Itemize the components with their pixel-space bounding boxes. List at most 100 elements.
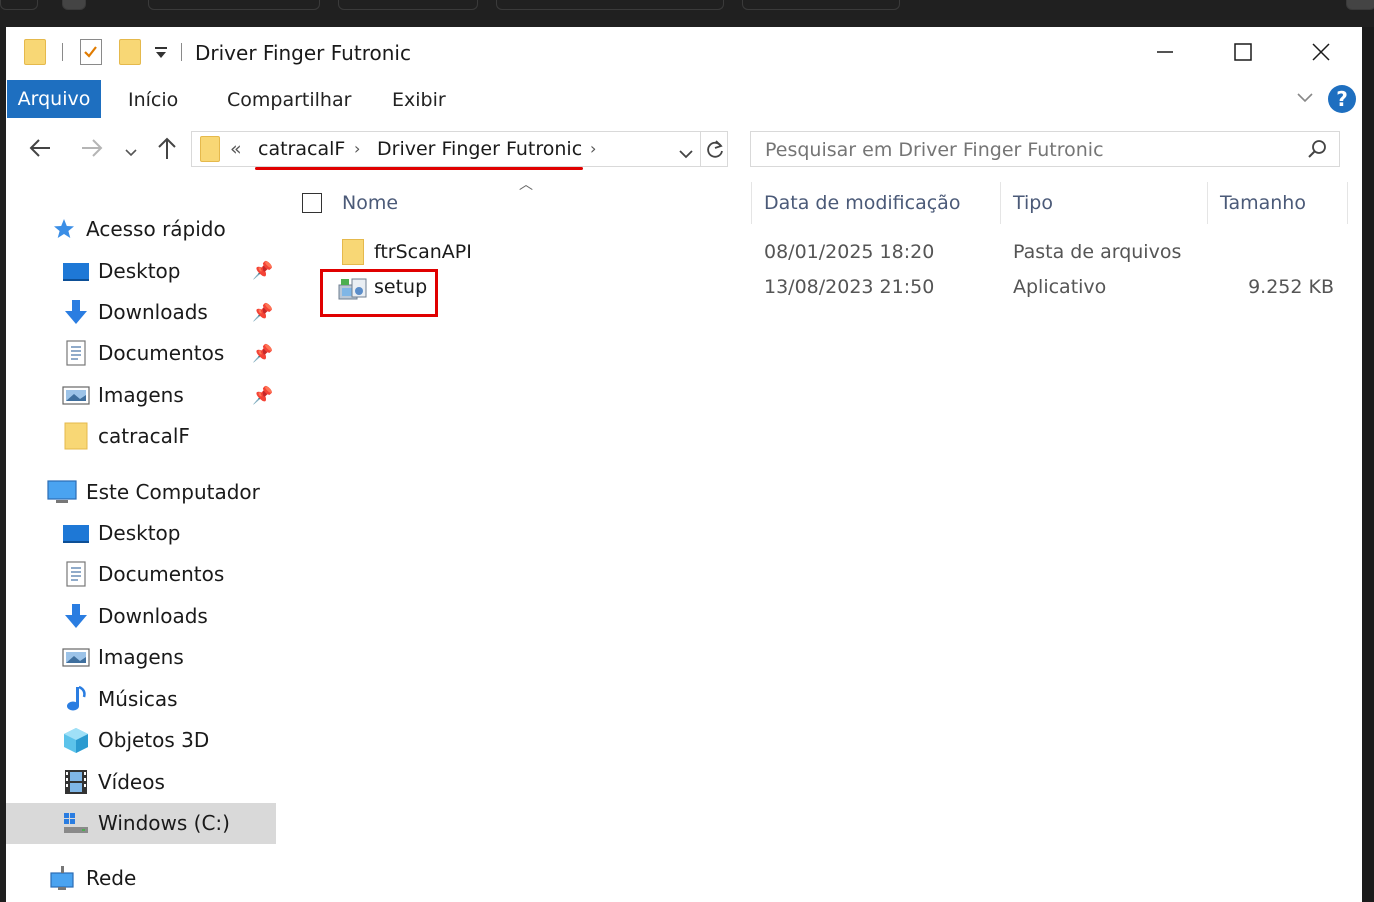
nav-this-pc[interactable]: Este Computador [46,473,260,511]
nav-item-desktop[interactable]: Desktop [62,252,180,290]
nav-label: Rede [86,866,137,890]
nav-item-documentos[interactable]: Documentos [62,334,224,372]
properties-icon[interactable] [80,39,102,65]
background-edge [1362,27,1374,902]
nav-item-downloads[interactable]: Downloads [62,597,208,635]
nav-item-windows-c[interactable]: Windows (C:) [62,804,230,842]
minimize-icon [1157,51,1173,53]
nav-network[interactable]: Rede [46,859,136,897]
nav-label: Windows (C:) [98,811,230,835]
image-icon [62,381,90,409]
column-header-type[interactable]: Tipo [1013,192,1053,214]
up-button[interactable] [156,135,178,165]
nav-item-documentos[interactable]: Documentos [62,555,224,593]
nav-item-downloads[interactable]: Downloads [62,293,208,331]
help-button[interactable]: ? [1328,85,1356,113]
column-header-date[interactable]: Data de modificação [764,192,960,214]
star-icon [50,215,78,243]
select-all-checkbox[interactable] [302,193,322,213]
customize-toolbar-icon[interactable] [154,45,168,65]
tab-inicio[interactable]: Início [128,89,178,111]
refresh-icon [707,140,723,158]
file-explorer-window: Driver Finger Futronic Arquivo Início Co… [6,27,1362,902]
address-bar[interactable]: « catracalF › Driver Finger Futronic › [191,131,728,167]
chevron-right-icon[interactable]: › [590,139,596,158]
file-row[interactable]: setup 13/08/2023 21:50 Aplicativo 9.252 … [336,273,1346,307]
breadcrumb-overflow[interactable]: « [230,138,242,160]
column-divider[interactable] [1347,182,1348,224]
background-taskbar-strip [0,0,1374,27]
file-type: Pasta de arquivos [1013,241,1182,263]
background-tab [62,0,86,10]
nav-label: Documentos [98,341,225,365]
background-tab [496,0,724,10]
desktop-icon [62,519,90,547]
desktop-icon [62,257,90,285]
background-tab [338,0,478,10]
forward-button[interactable] [80,137,104,163]
nav-item-objetos-3d[interactable]: Objetos 3D [62,721,209,759]
nav-item-imagens[interactable]: Imagens [62,376,184,414]
folder-icon[interactable] [24,39,46,65]
help-icon: ? [1336,87,1348,111]
background-tab [0,0,38,10]
download-icon [62,298,90,326]
nav-label: Objetos 3D [98,728,210,752]
computer-icon [46,478,78,506]
download-icon [62,602,90,630]
drive-icon [62,809,90,837]
pin-icon[interactable]: 📌 [252,386,273,406]
column-header-name[interactable]: Nome [342,192,398,214]
refresh-button[interactable] [705,138,725,164]
nav-label: Este Computador [86,480,260,504]
chevron-right-icon[interactable]: › [354,139,360,158]
pin-icon[interactable]: 📌 [252,261,273,281]
search-box[interactable] [750,131,1340,167]
maximize-button[interactable] [1204,27,1282,77]
file-name: ftrScanAPI [374,241,472,263]
tab-arquivo[interactable]: Arquivo [7,80,101,118]
column-divider[interactable] [751,182,752,224]
address-history-button[interactable] [678,144,694,163]
back-button[interactable] [28,137,52,163]
recent-locations-button[interactable] [124,143,138,162]
column-header-size[interactable]: Tamanho [1220,192,1306,214]
file-date: 13/08/2023 21:50 [764,276,935,298]
file-row[interactable]: ftrScanAPI 08/01/2025 18:20 Pasta de arq… [336,235,1346,269]
nav-item-musicas[interactable]: Músicas [62,680,178,718]
nav-item-imagens[interactable]: Imagens [62,638,184,676]
search-icon[interactable] [1307,139,1327,163]
file-date: 08/01/2025 18:20 [764,241,935,263]
pin-icon[interactable]: 📌 [252,303,273,323]
nav-quick-access[interactable]: Acesso rápido [50,210,226,248]
new-folder-icon[interactable] [119,39,141,65]
breadcrumb-item[interactable]: Driver Finger Futronic [377,138,582,160]
highlight-underline [255,167,583,170]
nav-label: Vídeos [98,770,165,794]
cube-icon [62,726,90,754]
nav-label: Imagens [98,383,184,407]
search-input[interactable] [763,136,1297,164]
window-title: Driver Finger Futronic [195,41,411,65]
tab-compartilhar[interactable]: Compartilhar [227,89,351,111]
chevron-down-icon [1297,93,1313,103]
sort-ascending-icon: ︿ [519,177,533,193]
music-note-icon [62,685,90,713]
close-button[interactable] [1282,27,1360,77]
expand-ribbon-button[interactable] [1296,89,1314,108]
divider [62,43,63,61]
nav-item-catracalf[interactable]: catracalF [62,417,190,455]
pin-icon[interactable]: 📌 [252,344,273,364]
tab-exibir[interactable]: Exibir [392,89,446,111]
nav-label: Imagens [98,645,184,669]
minimize-button[interactable] [1126,27,1204,77]
nav-item-videos[interactable]: Vídeos [62,763,165,801]
file-size: 9.252 KB [1248,276,1334,298]
film-icon [62,768,90,796]
document-icon [62,560,90,588]
column-divider[interactable] [1000,182,1001,224]
breadcrumb-item[interactable]: catracalF [258,138,345,160]
nav-item-desktop[interactable]: Desktop [62,514,180,552]
column-divider[interactable] [1207,182,1208,224]
divider [181,43,182,61]
